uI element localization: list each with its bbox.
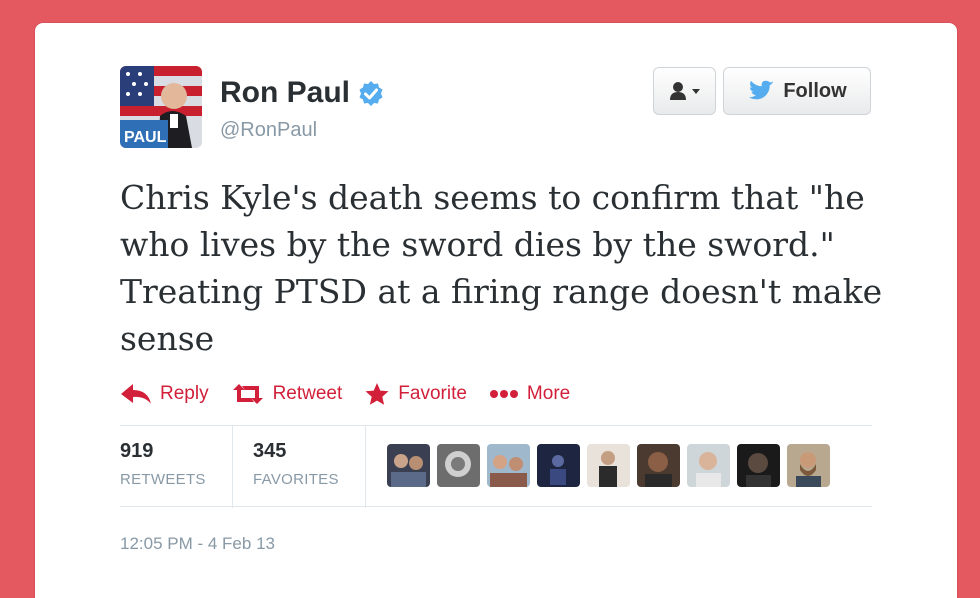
divider-bottom <box>120 506 872 507</box>
more-action[interactable]: More <box>489 383 570 405</box>
favoriter-avatar[interactable] <box>437 444 480 487</box>
retweet-label: Retweet <box>272 383 343 404</box>
stat-separator <box>232 426 233 508</box>
stat-separator <box>365 426 366 508</box>
favoriter-avatar[interactable] <box>537 444 580 487</box>
twitter-bird-icon <box>749 80 775 100</box>
favorites-stat[interactable]: 345 FAVORITES <box>253 440 339 488</box>
favoriters-avatars <box>387 444 830 487</box>
tweet-timestamp[interactable]: 12:05 PM - 4 Feb 13 <box>120 534 275 554</box>
favoriter-avatar[interactable] <box>637 444 680 487</box>
reply-label: Reply <box>160 383 209 404</box>
retweets-label: RETWEETS <box>120 471 206 488</box>
favoriter-avatar[interactable] <box>737 444 780 487</box>
favoriter-avatar[interactable] <box>487 444 530 487</box>
favoriter-avatar[interactable] <box>687 444 730 487</box>
retweets-stat[interactable]: 919 RETWEETS <box>120 440 206 488</box>
favorites-label: FAVORITES <box>253 471 339 488</box>
svg-text:PAUL: PAUL <box>124 129 167 146</box>
retweets-count: 919 <box>120 440 154 462</box>
follow-label: Follow <box>783 79 847 102</box>
favorites-count: 345 <box>253 440 287 462</box>
avatar[interactable]: PAUL <box>120 66 202 148</box>
star-icon <box>365 383 389 405</box>
follow-button[interactable]: Follow <box>723 67 871 115</box>
tweet-text: Chris Kyle's death seems to confirm that… <box>120 178 883 358</box>
retweet-icon <box>232 384 263 404</box>
favoriter-avatar[interactable] <box>787 444 830 487</box>
user-name[interactable]: Ron Paul <box>220 76 350 110</box>
favorite-label: Favorite <box>398 383 467 404</box>
verified-badge-icon <box>359 81 383 106</box>
more-label: More <box>526 383 571 404</box>
reply-icon <box>121 384 151 404</box>
reply-action[interactable]: Reply <box>120 383 209 405</box>
more-dots-icon <box>489 390 518 398</box>
favorite-action[interactable]: Favorite <box>364 382 467 406</box>
user-dropdown-icon <box>669 82 700 100</box>
user-actions-button[interactable] <box>653 67 716 115</box>
retweet-action[interactable]: Retweet <box>231 383 343 405</box>
favoriter-avatar[interactable] <box>387 444 430 487</box>
favoriter-avatar[interactable] <box>587 444 630 487</box>
tweet-actions: Reply Retweet Favorite More <box>120 378 570 410</box>
user-handle[interactable]: @RonPaul <box>220 119 317 142</box>
